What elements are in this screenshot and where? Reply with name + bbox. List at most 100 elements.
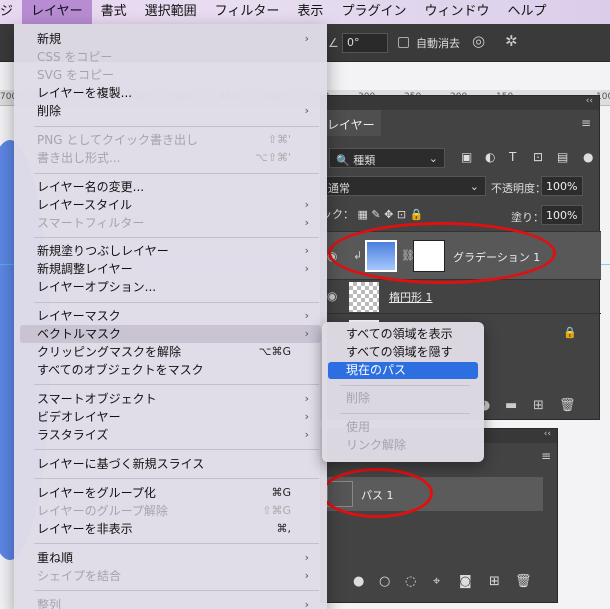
menu-item-layer-style[interactable]: レイヤースタイル › — [20, 196, 321, 214]
fill-input[interactable]: 100% — [541, 205, 583, 225]
load-selection-icon[interactable]: ◌ — [405, 574, 416, 589]
visibility-eye-icon[interactable]: ◉ — [327, 249, 337, 263]
blend-mode-select[interactable]: 通常 ⌄ — [321, 176, 486, 196]
layer-filter-select[interactable]: 🔍 種類 ⌄ — [329, 148, 445, 168]
collapse-icon[interactable]: ‹‹ — [586, 96, 593, 106]
menu-item-quick-export-png: PNG としてクイック書き出し ⇧⌘' — [37, 133, 291, 147]
clip-arrow-icon: ↲ — [353, 249, 363, 262]
menubar-item-layer[interactable]: レイヤー — [22, 0, 92, 24]
menu-item-new-adjustment-layer[interactable]: 新規調整レイヤー › — [20, 260, 321, 278]
menu-item-smart-filter: スマートフィルター › — [37, 216, 309, 230]
menu-item-ungroup-layers: レイヤーのグループ解除 ⇧⌘G — [37, 504, 291, 518]
layer-name[interactable]: 楕円形 1 — [389, 289, 433, 305]
path-thumbnail — [327, 481, 353, 507]
menu-item-layer-mask[interactable]: レイヤーマスク › — [20, 307, 321, 325]
auto-erase-checkbox[interactable] — [398, 37, 409, 48]
filter-kind-label: 種類 — [353, 154, 376, 167]
smart-object-filter-icon[interactable]: ▤ — [557, 150, 568, 164]
menu-item-new-fill-layer[interactable]: 新規塗りつぶしレイヤー › — [20, 242, 321, 260]
menubar-item-window[interactable]: ウィンドウ — [415, 0, 498, 24]
submenu-item-reveal-all[interactable]: すべての領域を表示 — [328, 326, 478, 343]
menu-item-duplicate-layer[interactable]: レイヤーを複製... — [20, 84, 321, 102]
menu-separator — [34, 173, 319, 174]
layer-row-ellipse[interactable]: ◉ 楕円形 1 — [321, 279, 601, 313]
menubar-item-filter[interactable]: フィルター — [206, 0, 289, 24]
chevron-right-icon: › — [304, 327, 309, 340]
pixel-filter-icon[interactable]: ▣ — [461, 150, 472, 164]
menu-item-release-clipping-mask[interactable]: クリッピングマスクを解除 ⌥⌘G — [20, 343, 321, 361]
new-layer-icon[interactable]: ⊞ — [533, 398, 544, 413]
make-work-path-icon[interactable]: ⌖ — [433, 574, 440, 589]
trash-icon[interactable]: 🗑 — [515, 574, 532, 589]
chevron-down-icon: ⌄ — [428, 152, 438, 165]
menu-item-layer-options[interactable]: レイヤーオプション... — [20, 278, 321, 296]
menu-separator — [34, 237, 319, 238]
menu-item-rename-layer[interactable]: レイヤー名の変更... — [20, 178, 321, 196]
menu-item-rasterize[interactable]: ラスタライズ › — [20, 426, 321, 444]
chevron-right-icon: › — [304, 569, 309, 582]
filter-toggle-icon[interactable]: ● — [583, 150, 593, 164]
symmetry-icon[interactable]: ✲ — [505, 32, 518, 50]
menu-item-mask-all-objects[interactable]: すべてのオブジェクトをマスク — [20, 361, 321, 379]
ellipse-thumbnail — [349, 282, 379, 312]
blend-mode-value: 通常 — [328, 182, 350, 195]
menu-item-align: 整列 › — [20, 596, 321, 609]
angle-input[interactable]: 0° — [342, 33, 388, 53]
menubar-item-plugins[interactable]: プラグイン — [332, 0, 415, 24]
paths-panel-footer: ● ○ ◌ ⌖ ◙ ⊞ 🗑 — [321, 574, 557, 600]
vector-mask-thumbnail[interactable] — [413, 240, 445, 272]
menubar-item-app[interactable]: ジ — [0, 0, 22, 24]
pressure-icon[interactable]: ◎ — [472, 32, 485, 50]
submenu-item-current-path[interactable]: 現在のパス — [328, 362, 478, 379]
chevron-right-icon: › — [304, 392, 309, 405]
menu-item-video-layer[interactable]: ビデオレイヤー › — [20, 408, 321, 426]
new-group-icon[interactable]: ▬ — [505, 398, 517, 413]
submenu-item-hide-all[interactable]: すべての領域を隠す — [328, 344, 478, 361]
collapse-icon[interactable]: ‹‹ — [544, 429, 551, 439]
path-row[interactable]: パス 1 — [321, 477, 543, 511]
opacity-input[interactable]: 100% — [541, 176, 583, 196]
chevron-right-icon: › — [304, 262, 309, 275]
type-filter-icon[interactable]: T — [509, 150, 516, 164]
tab-layers[interactable]: レイヤー — [321, 110, 381, 136]
menu-item-copy-css: CSS をコピー — [37, 50, 113, 64]
menu-item-new-slice-from-layer[interactable]: レイヤーに基づく新規スライス — [20, 455, 321, 473]
menubar-item-view[interactable]: 表示 — [288, 0, 332, 24]
submenu-item-unlink: リンク解除 — [346, 438, 407, 452]
add-mask-icon[interactable]: ◙ — [459, 574, 472, 589]
menubar-item-type[interactable]: 書式 — [92, 0, 136, 24]
submenu-item-enable: 使用 — [346, 420, 371, 434]
menu-item-arrange[interactable]: 重ね順 › — [20, 549, 321, 567]
menu-item-delete[interactable]: 削除 › — [20, 102, 321, 120]
menu-item-vector-mask[interactable]: ベクトルマスク › — [20, 325, 321, 343]
menubar-item-help[interactable]: ヘルプ — [498, 0, 555, 24]
layer-row-gradient[interactable]: ◉ ↲ ⛓ グラデーション 1 — [321, 231, 601, 279]
shape-filter-icon[interactable]: ⊡ — [533, 150, 543, 164]
stroke-path-icon[interactable]: ○ — [379, 574, 390, 589]
menu-separator — [34, 543, 319, 544]
adjustment-filter-icon[interactable]: ◐ — [485, 150, 495, 164]
path-name[interactable]: パス 1 — [361, 487, 394, 503]
menubar: ジ レイヤー 書式 選択範囲 フィルター 表示 プラグイン ウィンドウ ヘルプ — [0, 0, 610, 24]
lock-icon: 🔒 — [563, 326, 577, 339]
opacity-label: 不透明度： — [491, 182, 546, 195]
menu-item-smart-object[interactable]: スマートオブジェクト › — [20, 390, 321, 408]
menu-separator — [34, 449, 319, 450]
new-path-icon[interactable]: ⊞ — [489, 574, 500, 589]
visibility-eye-icon[interactable]: ◉ — [327, 289, 337, 303]
menubar-item-select[interactable]: 選択範囲 — [136, 0, 206, 24]
layer-name[interactable]: グラデーション 1 — [453, 249, 540, 265]
panel-menu-icon[interactable]: ≡ — [581, 116, 591, 130]
menu-item-group-layers[interactable]: レイヤーをグループ化 ⌘G — [20, 484, 321, 502]
menu-separator — [34, 590, 319, 591]
fill-path-icon[interactable]: ● — [353, 574, 364, 589]
menu-item-new[interactable]: 新規 › — [20, 30, 321, 48]
panel-menu-icon[interactable]: ≡ — [541, 449, 551, 463]
trash-icon[interactable]: 🗑 — [559, 398, 576, 413]
submenu-item-delete: 削除 — [346, 391, 371, 405]
menu-separator — [34, 478, 319, 479]
menu-separator — [340, 413, 470, 414]
menu-item-hide-layer[interactable]: レイヤーを非表示 ⌘, — [20, 520, 321, 538]
chevron-right-icon: › — [304, 104, 309, 117]
layer-menu: 新規 › CSS をコピー SVG をコピー レイヤーを複製... 削除 › PNG… — [14, 24, 327, 609]
